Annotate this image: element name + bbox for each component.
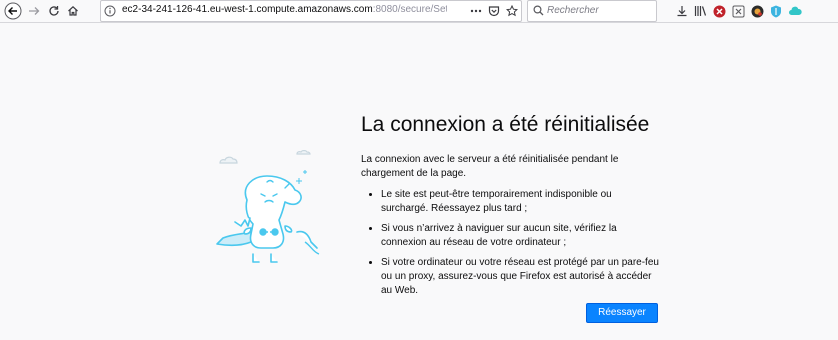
ublock-icon[interactable] bbox=[713, 5, 726, 18]
list-item: Si vous n’arrivez à naviguer sur aucun s… bbox=[381, 222, 661, 250]
url-bar[interactable]: ec2-34-241-126-41.eu-west-1.compute.amaz… bbox=[100, 0, 522, 22]
retry-button[interactable]: Réessayer bbox=[586, 303, 658, 323]
forward-button[interactable] bbox=[25, 0, 43, 22]
error-illustration bbox=[216, 150, 320, 263]
reload-icon bbox=[49, 6, 59, 16]
home-icon bbox=[68, 5, 78, 16]
list-item: Le site est peut-être temporairement ind… bbox=[381, 188, 661, 216]
suggestion-list: Le site est peut-être temporairement ind… bbox=[361, 188, 661, 304]
page-actions-icon[interactable] bbox=[470, 5, 482, 17]
toolbar-right-icons bbox=[676, 0, 802, 22]
url-path: :8080/secure/SetupDatabase bbox=[372, 4, 447, 15]
reader-extension-icon[interactable] bbox=[732, 5, 745, 18]
ghostery-icon[interactable] bbox=[751, 5, 764, 18]
pocket-icon[interactable] bbox=[488, 5, 500, 17]
search-placeholder: Rechercher bbox=[547, 5, 599, 16]
bookmark-star-icon[interactable] bbox=[506, 5, 518, 17]
home-button[interactable] bbox=[64, 0, 82, 22]
list-item: Si votre ordinateur ou votre réseau est … bbox=[381, 256, 661, 298]
back-arrow-icon bbox=[4, 2, 22, 20]
search-icon bbox=[533, 5, 544, 16]
download-icon[interactable] bbox=[676, 5, 688, 17]
shield-extension-icon[interactable] bbox=[770, 5, 782, 18]
error-description: La connexion avec le serveur a été réini… bbox=[361, 154, 619, 179]
library-icon[interactable] bbox=[694, 5, 707, 17]
url-host: ec2-34-241-126-41.eu-west-1.compute.amaz… bbox=[122, 4, 373, 15]
reload-button[interactable] bbox=[45, 0, 63, 22]
browser-toolbar: ec2-34-241-126-41.eu-west-1.compute.amaz… bbox=[0, 0, 838, 23]
forward-arrow-icon bbox=[29, 7, 40, 15]
search-bar[interactable]: Rechercher bbox=[527, 0, 657, 22]
url-text[interactable]: ec2-34-241-126-41.eu-west-1.compute.amaz… bbox=[122, 4, 447, 15]
back-button[interactable] bbox=[3, 0, 23, 22]
page-title: La connexion a été réinitialisée bbox=[361, 113, 650, 136]
page-info-icon[interactable] bbox=[104, 5, 116, 17]
cloud-icon bbox=[219, 150, 311, 164]
dino-icon bbox=[216, 175, 318, 263]
url-actions bbox=[470, 1, 518, 21]
cloud-sync-icon[interactable] bbox=[788, 5, 802, 17]
sparkle-icon bbox=[296, 170, 307, 184]
